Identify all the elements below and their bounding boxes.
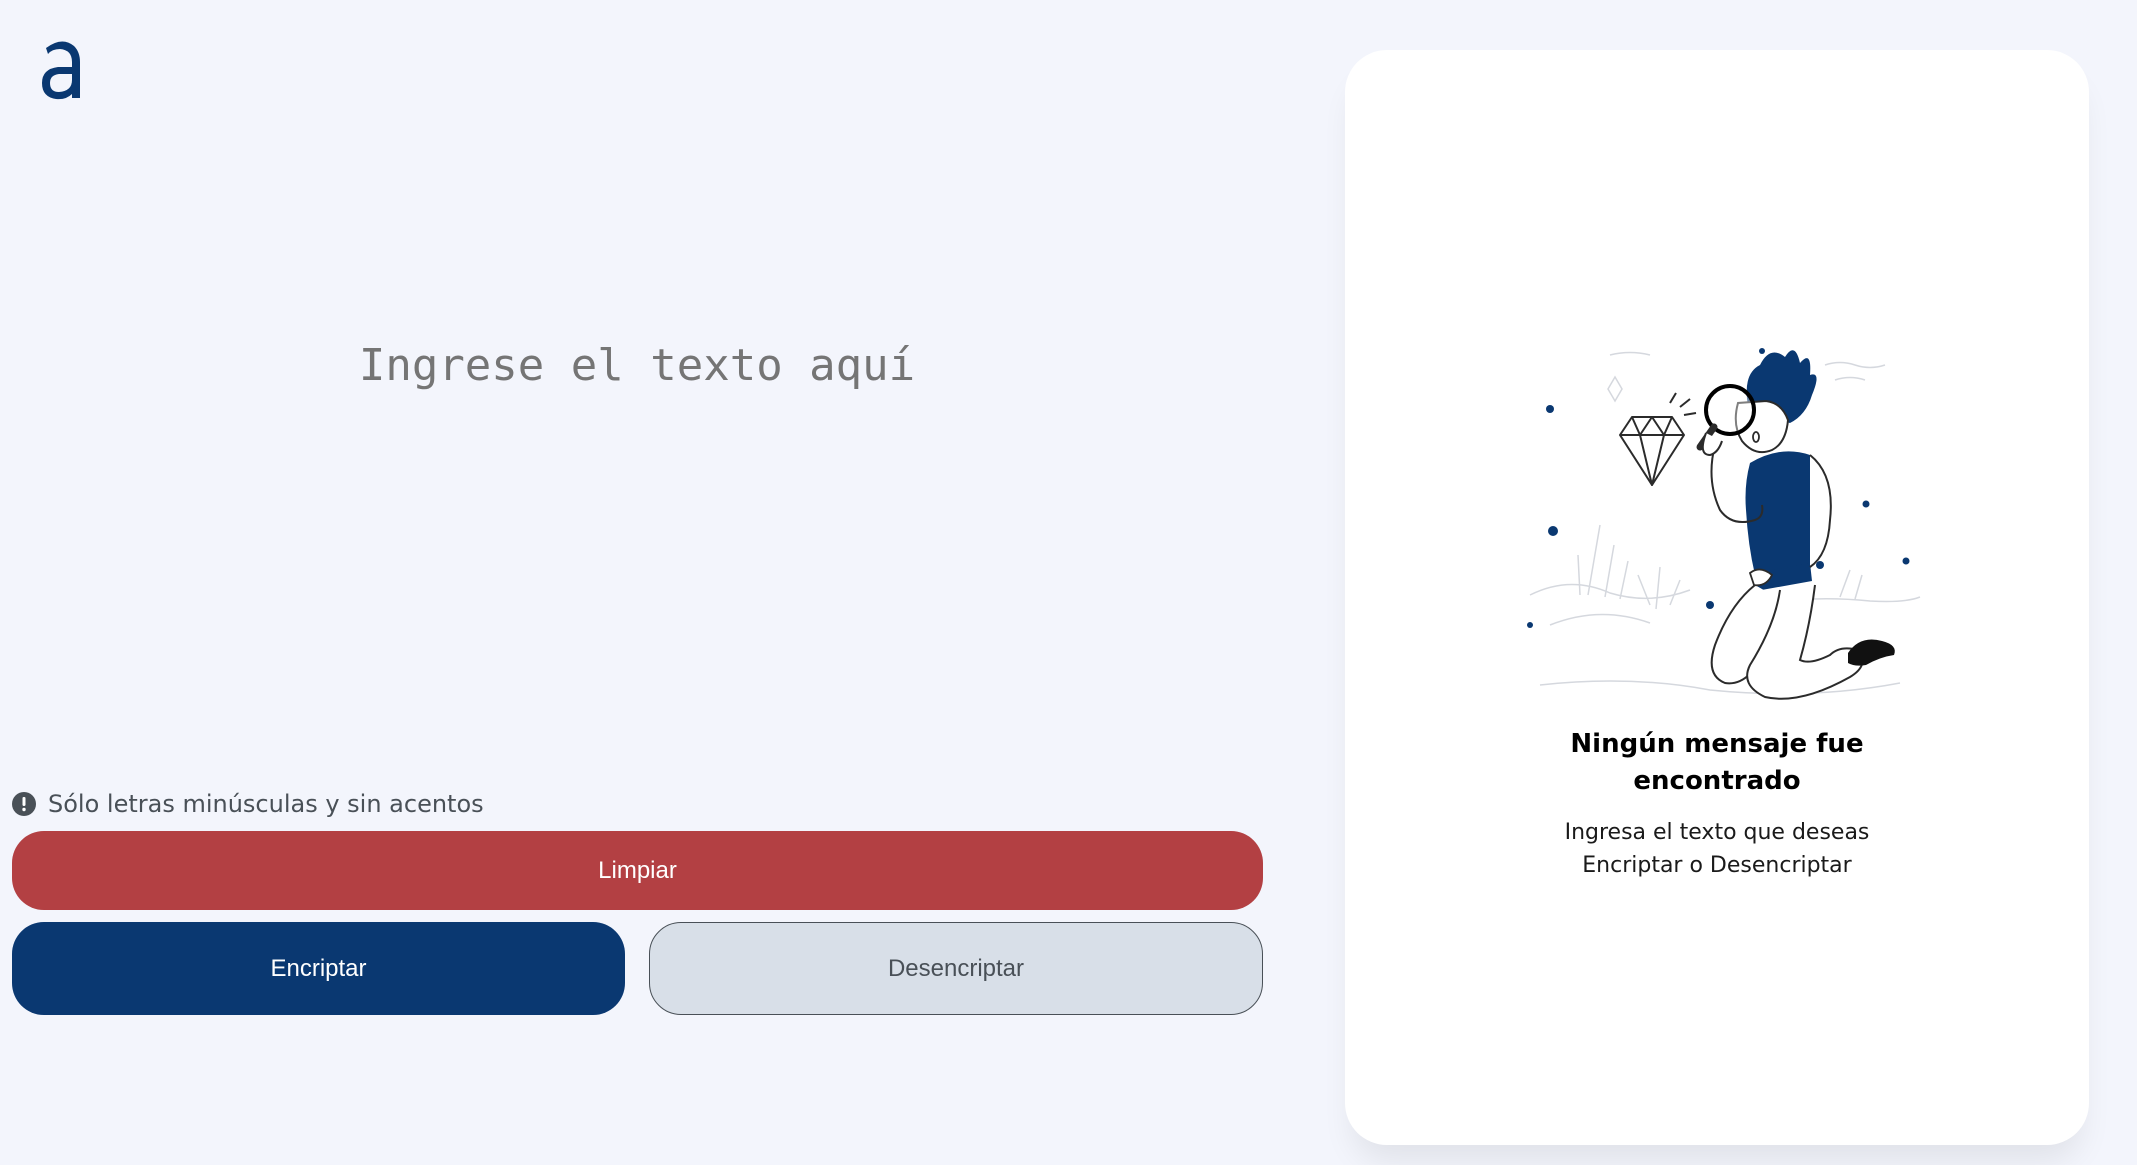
logo-icon — [42, 41, 80, 100]
no-message-description: Ingresa el texto que deseas Encriptar o … — [1345, 816, 2089, 882]
page: Sólo letras minúsculas y sin acentos Lim… — [0, 0, 2137, 1165]
hint-text: Sólo letras minúsculas y sin acentos — [48, 790, 484, 818]
output-card: Ningún mensaje fue encontrado Ingresa el… — [1345, 50, 2089, 1145]
no-message-description-line2: Encriptar o Desencriptar — [1582, 853, 1852, 878]
clear-button[interactable]: Limpiar — [12, 831, 1263, 910]
exclamation-circle-icon — [12, 792, 36, 816]
decrypt-button[interactable]: Desencriptar — [649, 922, 1263, 1015]
hint: Sólo letras minúsculas y sin acentos — [12, 788, 484, 820]
no-message-title: Ningún mensaje fue encontrado — [1345, 726, 2089, 800]
message-input[interactable] — [12, 300, 1262, 760]
person-with-magnifier-illustration — [1527, 348, 1921, 700]
no-message-title-line1: Ningún mensaje fue — [1570, 729, 1864, 759]
no-message-description-line1: Ingresa el texto que deseas — [1564, 820, 1870, 845]
no-message-title-line2: encontrado — [1633, 766, 1801, 796]
encrypt-button[interactable]: Encriptar — [12, 922, 625, 1015]
